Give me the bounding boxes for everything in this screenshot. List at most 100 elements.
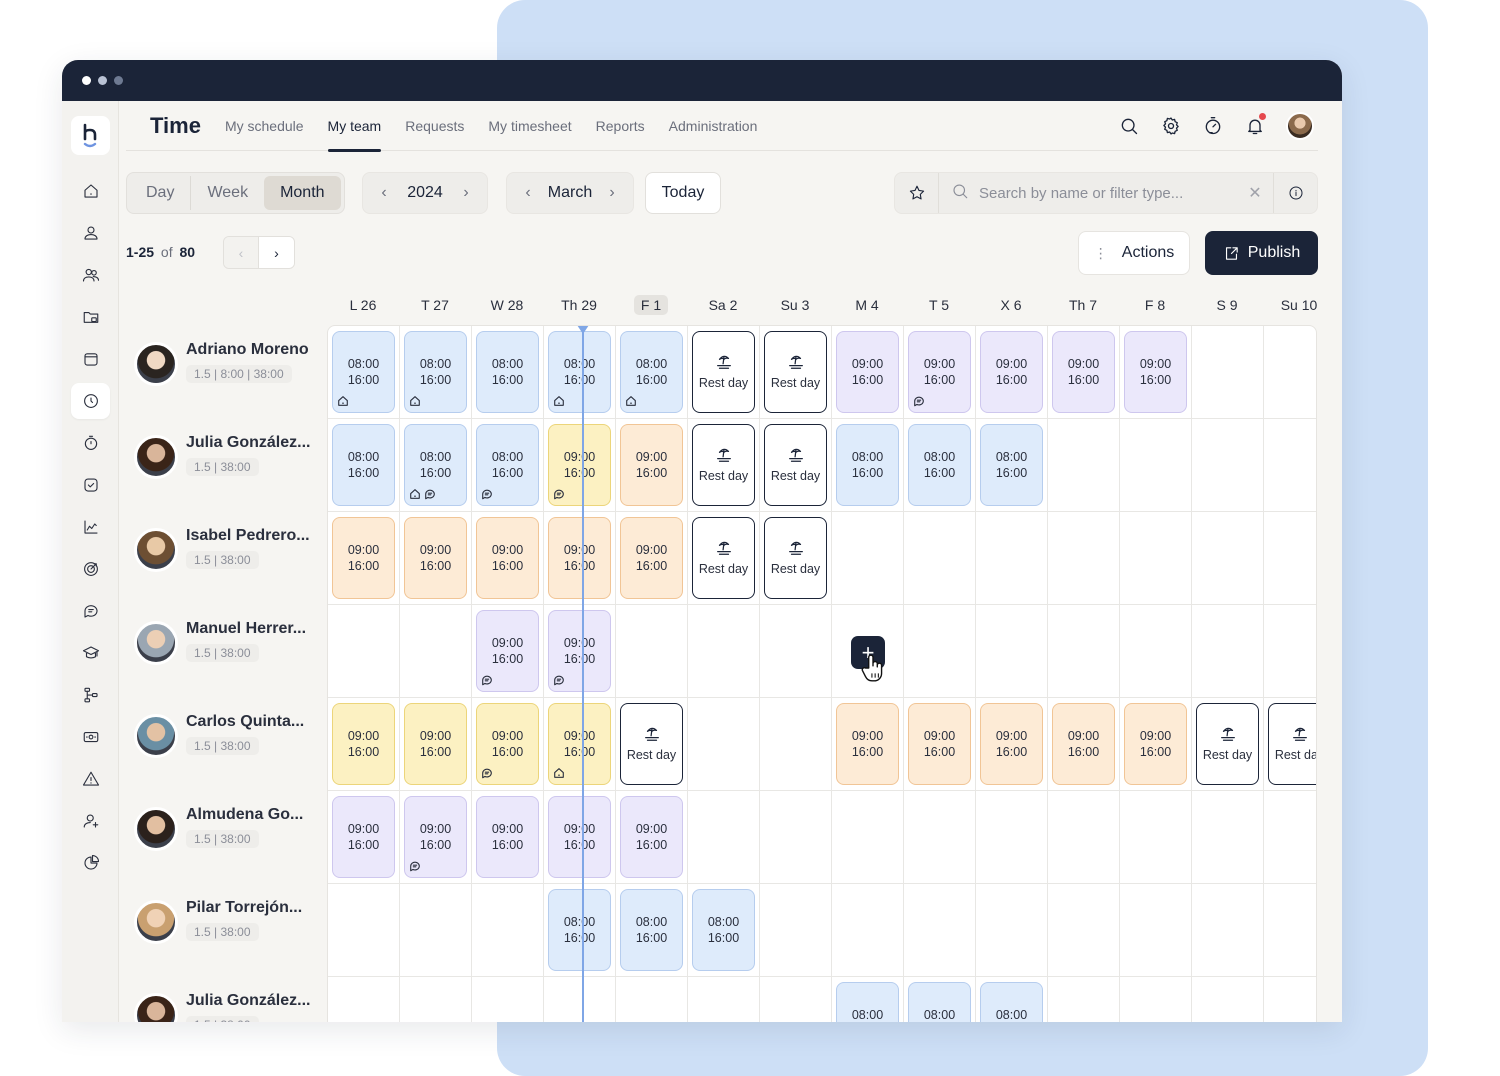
view-month-button[interactable]: Month	[264, 176, 341, 210]
shift-card[interactable]: 09:00 16:00	[548, 517, 611, 599]
shift-card[interactable]: 09:00 16:00	[836, 703, 899, 785]
employee-name[interactable]: Adriano Moreno	[186, 341, 309, 359]
rest-day-card[interactable]: Rest day	[692, 331, 755, 413]
rest-day-card[interactable]: Rest day	[1196, 703, 1259, 785]
shift-card[interactable]: 09:00 16:00	[476, 610, 539, 692]
shift-card[interactable]: 09:00 16:00	[548, 796, 611, 878]
shift-card[interactable]: 09:00 16:00	[980, 331, 1043, 413]
employee-row[interactable]: Manuel Herrer... 1.5 | 38:00	[126, 604, 326, 697]
year-prev-chevron-icon[interactable]: ‹	[373, 182, 395, 204]
shift-card[interactable]: 08:0016:00	[476, 424, 539, 506]
shift-card[interactable]: 08:0016:00	[620, 331, 683, 413]
month-prev-chevron-icon[interactable]: ‹	[517, 182, 539, 204]
shift-card[interactable]: 09:00 16:00	[620, 517, 683, 599]
sidebar-item-chat[interactable]	[71, 593, 110, 629]
sidebar-item-clock[interactable]	[71, 383, 110, 419]
sidebar-item-home[interactable]	[71, 173, 110, 209]
employee-row[interactable]: Julia González... 1.5 | 38:00	[126, 976, 326, 1022]
shift-card[interactable]: 09:00 16:00	[620, 424, 683, 506]
shift-card[interactable]: 08:0016:00	[620, 889, 683, 971]
publish-button[interactable]: Publish	[1205, 231, 1318, 275]
shift-card[interactable]: 09:00 16:00	[332, 703, 395, 785]
settings-gear-icon[interactable]	[1160, 115, 1182, 137]
shift-card[interactable]: 08:0016:00	[332, 424, 395, 506]
employee-row[interactable]: Adriano Moreno 1.5 | 8:00 | 38:00	[126, 325, 326, 418]
shift-card[interactable]: 08:0016:00	[476, 331, 539, 413]
sidebar-item-users[interactable]	[71, 257, 110, 293]
today-button[interactable]: Today	[645, 172, 721, 214]
shift-card[interactable]: 08:0016:00	[548, 889, 611, 971]
shift-card[interactable]: 09:00 16:00	[548, 703, 611, 785]
shift-card[interactable]: 09:00 16:00	[404, 517, 467, 599]
shift-card[interactable]: 08:0016:00	[836, 982, 899, 1022]
nav-tab-reports[interactable]: Reports	[584, 101, 657, 151]
window-dot-maximize[interactable]	[114, 76, 123, 85]
shift-card[interactable]: 08:0016:00	[692, 889, 755, 971]
info-icon[interactable]	[1273, 173, 1317, 213]
shift-card[interactable]: 09:00 16:00	[476, 703, 539, 785]
year-next-chevron-icon[interactable]: ›	[455, 182, 477, 204]
sidebar-item-graduation-cap[interactable]	[71, 635, 110, 671]
shift-card[interactable]: 09:00 16:00	[1052, 703, 1115, 785]
shift-card[interactable]: 09:00 16:00	[548, 610, 611, 692]
view-day-button[interactable]: Day	[130, 176, 192, 210]
nav-tab-my-timesheet[interactable]: My timesheet	[476, 101, 583, 151]
shift-card[interactable]: 08:0016:00	[980, 982, 1043, 1022]
shift-card[interactable]: 09:00 16:00	[980, 703, 1043, 785]
rest-day-card[interactable]: Rest day	[692, 424, 755, 506]
sidebar-item-warning[interactable]	[71, 761, 110, 797]
sidebar-item-chart-line[interactable]	[71, 509, 110, 545]
shift-card[interactable]: 09:00 16:00	[1052, 331, 1115, 413]
shift-card[interactable]: 09:00 16:00	[476, 796, 539, 878]
app-logo[interactable]	[71, 116, 110, 155]
shift-card[interactable]: 08:0016:00	[404, 331, 467, 413]
nav-tab-my-team[interactable]: My team	[316, 101, 394, 152]
employee-name[interactable]: Julia González...	[186, 434, 310, 452]
sidebar-item-workflow[interactable]	[71, 677, 110, 713]
rest-day-card[interactable]: Rest day	[764, 424, 827, 506]
stopwatch-icon[interactable]	[1202, 115, 1224, 137]
rest-day-card[interactable]: Rest day	[764, 517, 827, 599]
sidebar-item-target[interactable]	[71, 551, 110, 587]
employee-name[interactable]: Isabel Pedrero...	[186, 527, 310, 545]
rest-day-card[interactable]: Rest day	[1268, 703, 1316, 785]
sidebar-item-user[interactable]	[71, 215, 110, 251]
sidebar-item-checkbox[interactable]	[71, 467, 110, 503]
shift-card[interactable]: 08:0016:00	[908, 424, 971, 506]
shift-card[interactable]: 09:00 16:00	[620, 796, 683, 878]
employee-row[interactable]: Carlos Quinta... 1.5 | 38:00	[126, 697, 326, 790]
view-week-button[interactable]: Week	[191, 176, 264, 210]
shift-card[interactable]: 09:00 16:00	[404, 703, 467, 785]
rest-day-card[interactable]: Rest day	[692, 517, 755, 599]
actions-button[interactable]: ⋮ Actions	[1078, 231, 1190, 275]
rest-day-card[interactable]: Rest day	[620, 703, 683, 785]
rest-day-card[interactable]: Rest day	[764, 331, 827, 413]
sidebar-item-money[interactable]	[71, 719, 110, 755]
shift-card[interactable]: 09:00 16:00	[1124, 703, 1187, 785]
shift-card[interactable]: 09:00 16:00	[332, 517, 395, 599]
clear-search-icon[interactable]: ✕	[1237, 183, 1273, 203]
shift-card[interactable]: 09:00 16:00	[404, 796, 467, 878]
shift-card[interactable]: 09:00 16:00	[476, 517, 539, 599]
nav-tab-requests[interactable]: Requests	[393, 101, 476, 151]
notification-bell-icon[interactable]	[1244, 112, 1266, 137]
shift-card[interactable]: 09:00 16:00	[908, 331, 971, 413]
shift-card[interactable]: 08:0016:00	[404, 424, 467, 506]
user-avatar[interactable]	[1286, 111, 1314, 140]
previous-page-button[interactable]: ‹	[224, 237, 259, 268]
nav-tab-administration[interactable]: Administration	[657, 101, 770, 151]
shift-card[interactable]: 09:00 16:00	[836, 331, 899, 413]
search-icon[interactable]	[1118, 115, 1140, 137]
nav-tab-my-schedule[interactable]: My schedule	[213, 101, 316, 151]
month-next-chevron-icon[interactable]: ›	[601, 182, 623, 204]
employee-row[interactable]: Julia González... 1.5 | 38:00	[126, 418, 326, 511]
shift-card[interactable]: 09:00 16:00	[332, 796, 395, 878]
employee-name[interactable]: Carlos Quinta...	[186, 713, 304, 731]
shift-card[interactable]: 08:0016:00	[980, 424, 1043, 506]
window-dot-minimize[interactable]	[98, 76, 107, 85]
shift-card[interactable]: 08:0016:00	[548, 331, 611, 413]
shift-card[interactable]: 08:0016:00	[836, 424, 899, 506]
search-input[interactable]	[979, 184, 1229, 202]
shift-card[interactable]: 09:00 16:00	[908, 703, 971, 785]
shift-card[interactable]: 09:00 16:00	[548, 424, 611, 506]
